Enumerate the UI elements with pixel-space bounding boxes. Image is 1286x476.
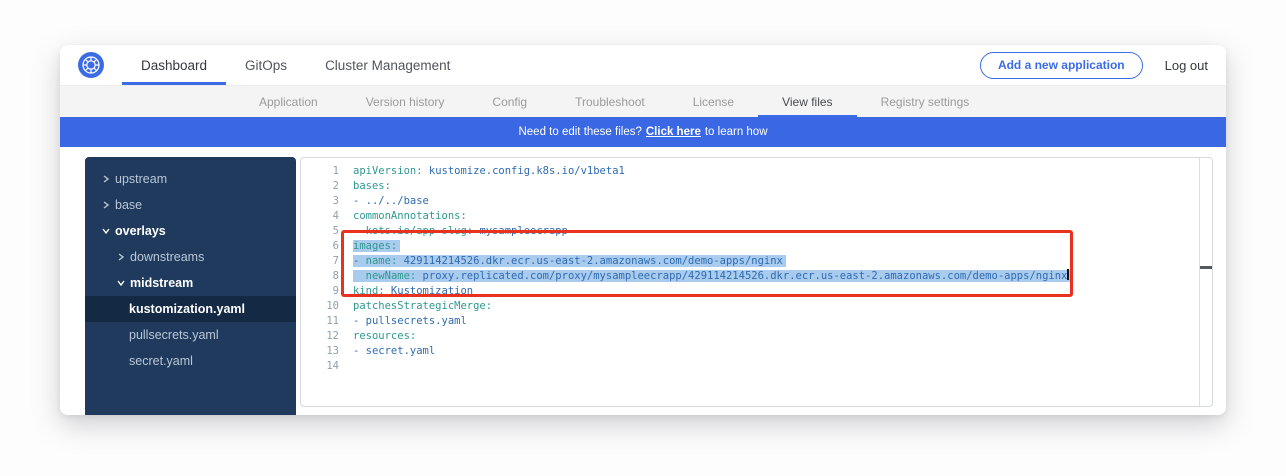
code-editor[interactable]: 1 apiVersion: kustomize.config.k8s.io/v1b…: [300, 157, 1213, 407]
line-number: 3: [301, 194, 339, 209]
scrollbar-position-mark: [1200, 266, 1212, 269]
code-lines: 1 apiVersion: kustomize.config.k8s.io/v1b…: [301, 158, 1212, 374]
tree-item-secret-yaml[interactable]: secret.yaml: [85, 348, 296, 374]
line-number: 11: [301, 314, 339, 329]
subnav-tab-license[interactable]: License: [669, 86, 758, 117]
line-content: commonAnnotations:: [353, 209, 467, 224]
file-tree-sidebar: upstream base overlays downstreams midstream…: [85, 157, 296, 415]
code-line: 8 newName: proxy.replicated.com/proxy/my…: [301, 269, 1212, 284]
code-line: 6 images:: [301, 239, 1212, 254]
subnav-tab-config[interactable]: Config: [468, 86, 551, 117]
line-number: 9: [301, 284, 339, 299]
chevron-down-icon: [99, 227, 112, 235]
tree-item-base[interactable]: base: [85, 192, 296, 218]
code-line: 3 - ../../base: [301, 194, 1212, 209]
chevron-right-icon: [114, 253, 127, 261]
subnav-tab-troubleshoot[interactable]: Troubleshoot: [551, 86, 669, 117]
nav-tab-dashboard[interactable]: Dashboard: [122, 45, 226, 85]
banner-click-here-link[interactable]: Click here: [646, 126, 701, 138]
code-line: 10 patchesStrategicMerge:: [301, 299, 1212, 314]
line-content: bases:: [353, 179, 391, 194]
tree-item-downstreams[interactable]: downstreams: [85, 244, 296, 270]
line-number: 5: [301, 224, 339, 239]
code-line: 5 kots.io/app-slug: mysampleecrapp: [301, 224, 1212, 239]
line-number: 12: [301, 329, 339, 344]
line-number: 10: [301, 299, 339, 314]
subnav-tab-view-files[interactable]: View files: [758, 86, 856, 117]
code-line: 1 apiVersion: kustomize.config.k8s.io/v1b…: [301, 164, 1212, 179]
line-content: kind: Kustomization: [353, 284, 473, 299]
code-line: 4 commonAnnotations:: [301, 209, 1212, 224]
code-line: 11 - pullsecrets.yaml: [301, 314, 1212, 329]
nav-tab-gitops[interactable]: GitOps: [226, 45, 306, 85]
tree-item-label: pullsecrets.yaml: [129, 328, 219, 342]
tree-item-label: kustomization.yaml: [129, 302, 245, 316]
line-number: 1: [301, 164, 339, 179]
line-number: 13: [301, 344, 339, 359]
selected-text: - name: 429114214526.dkr.ecr.us-east-2.a…: [353, 255, 786, 267]
line-content: apiVersion: kustomize.config.k8s.io/v1be…: [353, 164, 625, 179]
tree-item-label: base: [115, 198, 142, 212]
tree-item-label: secret.yaml: [129, 354, 193, 368]
logout-link[interactable]: Log out: [1165, 58, 1208, 73]
top-navigation: DashboardGitOpsCluster Management Add a …: [60, 45, 1226, 85]
topnav-right: Add a new application Log out: [980, 45, 1208, 85]
code-line: 9 kind: Kustomization: [301, 284, 1212, 299]
tree-item-label: upstream: [115, 172, 167, 186]
code-line: 2 bases:: [301, 179, 1212, 194]
application-sub-nav: ApplicationVersion historyConfigTroubles…: [60, 85, 1226, 117]
subnav-tab-application[interactable]: Application: [235, 86, 342, 117]
line-content: resources:: [353, 329, 416, 344]
tree-item-kustomization-yaml[interactable]: kustomization.yaml: [85, 296, 296, 322]
tree-item-label: overlays: [115, 224, 166, 238]
subnav-tab-version-history[interactable]: Version history: [342, 86, 469, 117]
line-number: 8: [301, 269, 339, 284]
line-content: - pullsecrets.yaml: [353, 314, 467, 329]
line-content: kots.io/app-slug: mysampleecrapp: [353, 224, 568, 239]
line-number: 14: [301, 359, 339, 374]
line-content: - name: 429114214526.dkr.ecr.us-east-2.a…: [353, 254, 786, 269]
selected-text: newName: proxy.replicated.com/proxy/mysa…: [353, 270, 1072, 282]
line-content: newName: proxy.replicated.com/proxy/mysa…: [353, 269, 1072, 284]
tree-item-pullsecrets-yaml[interactable]: pullsecrets.yaml: [85, 322, 296, 348]
tree-item-midstream[interactable]: midstream: [85, 270, 296, 296]
line-content: - ../../base: [353, 194, 429, 209]
kubernetes-logo-icon: [78, 45, 104, 85]
admin-console-window: DashboardGitOpsCluster Management Add a …: [60, 45, 1226, 415]
line-content: - secret.yaml: [353, 344, 435, 359]
line-content: patchesStrategicMerge:: [353, 299, 492, 314]
line-number: 7: [301, 254, 339, 269]
code-line: 12 resources:: [301, 329, 1212, 344]
line-content: images:: [353, 239, 400, 254]
line-number: 4: [301, 209, 339, 224]
line-number: 6: [301, 239, 339, 254]
banner-text-before: Need to edit these files?: [518, 126, 641, 138]
code-line: 13 - secret.yaml: [301, 344, 1212, 359]
code-line: 14: [301, 359, 1212, 374]
tree-item-label: downstreams: [130, 250, 204, 264]
chevron-right-icon: [99, 175, 112, 183]
edit-files-banner: Need to edit these files? Click here to …: [60, 117, 1226, 147]
add-new-application-button[interactable]: Add a new application: [980, 52, 1143, 79]
subnav-tab-registry-settings[interactable]: Registry settings: [857, 86, 994, 117]
banner-text-after: to learn how: [705, 126, 768, 138]
line-number: 2: [301, 179, 339, 194]
tree-item-label: midstream: [130, 276, 193, 290]
text-cursor: [1067, 269, 1069, 280]
nav-tab-cluster-management[interactable]: Cluster Management: [306, 45, 469, 85]
view-files-content: upstream base overlays downstreams midstream…: [60, 147, 1226, 415]
main-nav-tabs: DashboardGitOpsCluster Management: [122, 45, 469, 85]
chevron-down-icon: [114, 279, 127, 287]
editor-scrollbar[interactable]: [1199, 158, 1212, 406]
tree-item-overlays[interactable]: overlays: [85, 218, 296, 244]
tree-item-upstream[interactable]: upstream: [85, 166, 296, 192]
code-line: 7 - name: 429114214526.dkr.ecr.us-east-2.…: [301, 254, 1212, 269]
selected-text: images:: [353, 240, 400, 252]
chevron-right-icon: [99, 201, 112, 209]
